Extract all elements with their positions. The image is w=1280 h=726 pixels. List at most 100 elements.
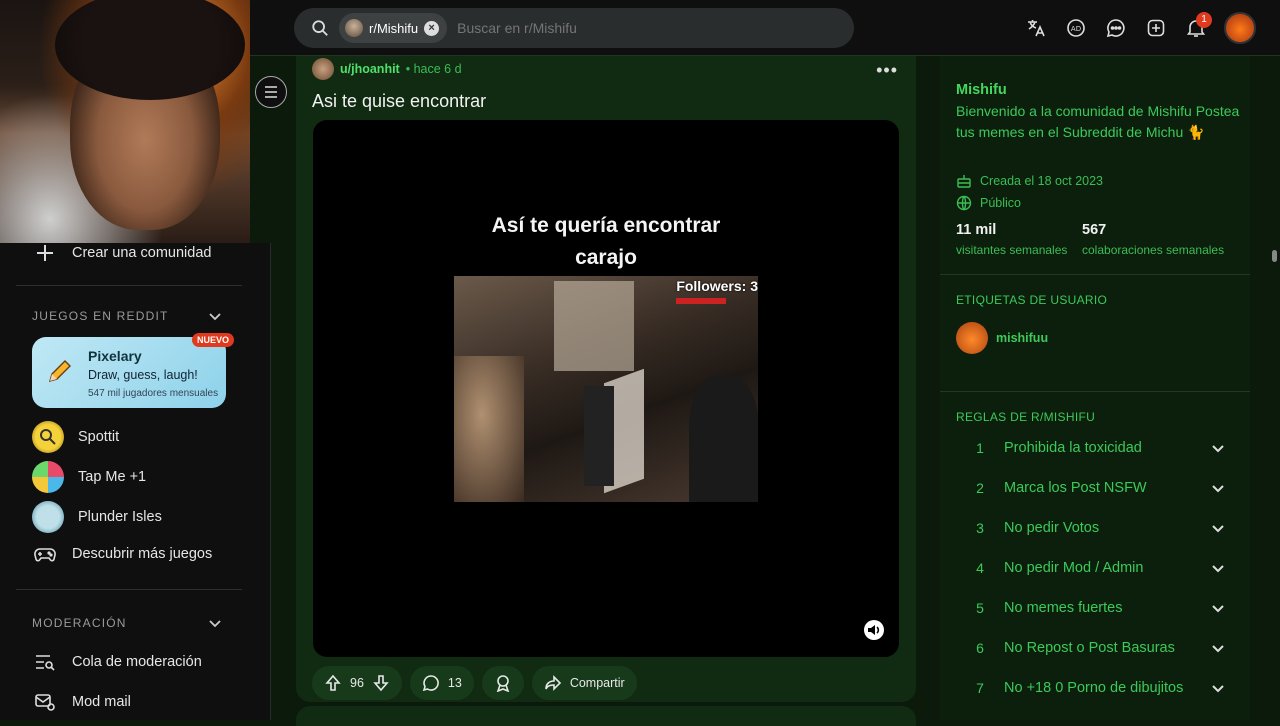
chevron-down-icon[interactable]	[1210, 560, 1226, 576]
search-bar[interactable]: r/Mishifu ×	[294, 8, 854, 48]
video-player[interactable]: Así te quería encontrar carajo Followers…	[313, 120, 899, 657]
featured-game-card[interactable]: Pixelary Draw, guess, laugh! 547 mil jug…	[32, 333, 234, 408]
sidebar-item-plunder-isles[interactable]: Plunder Isles	[32, 501, 162, 533]
plus-icon	[32, 240, 58, 266]
video-caption: Así te quería encontrar carajo	[313, 210, 899, 274]
downvote-icon[interactable]	[372, 674, 390, 692]
chat-icon[interactable]	[1096, 8, 1136, 48]
award-icon	[496, 675, 509, 692]
plunder-isles-icon	[32, 501, 64, 533]
rule-item[interactable]: 2 Marca los Post NSFW	[956, 468, 1226, 508]
stat-value: 567	[1082, 222, 1107, 238]
divider	[16, 285, 242, 286]
notifications-bell-icon[interactable]: 1	[1176, 8, 1216, 48]
rule-item[interactable]: 5 No memes fuertes	[956, 588, 1226, 628]
rule-text: No pedir Mod / Admin	[1004, 560, 1144, 576]
upvote-icon[interactable]	[324, 674, 342, 692]
game-players-count: 547 mil jugadores mensuales	[88, 388, 219, 399]
more-options-icon[interactable]: •••	[876, 60, 898, 81]
user-flair-header: ETIQUETAS DE USUARIO	[956, 293, 1108, 307]
subreddit-chip[interactable]: r/Mishifu ×	[339, 13, 448, 43]
search-input[interactable]	[457, 20, 758, 36]
rule-number: 3	[976, 520, 984, 536]
next-post-card[interactable]	[296, 706, 916, 726]
comment-count: 13	[447, 676, 462, 690]
video-caption-line: carajo	[575, 246, 637, 269]
rule-item[interactable]: 1 Prohibida la toxicidad	[956, 428, 1226, 468]
user-flair[interactable]: mishifuu	[956, 322, 1048, 354]
rules-header: REGLAS DE R/MISHIFU	[956, 410, 1096, 424]
sidebar-item-label: Descubrir más juegos	[72, 546, 213, 562]
create-community-label: Crear una comunidad	[72, 245, 212, 261]
chevron-down-icon[interactable]	[1210, 680, 1226, 696]
flair-avatar	[956, 322, 988, 354]
new-badge: NUEVO	[191, 333, 234, 347]
gamepad-icon	[32, 541, 58, 567]
volume-icon[interactable]	[863, 619, 885, 641]
chevron-down-icon[interactable]	[1210, 600, 1226, 616]
ads-icon[interactable]: AD	[1056, 8, 1096, 48]
author-avatar[interactable]	[312, 58, 334, 80]
chevron-down-icon[interactable]	[1210, 520, 1226, 536]
games-section-header[interactable]: JUEGOS EN REDDIT	[32, 309, 169, 323]
sidebar-item-label: Plunder Isles	[78, 509, 162, 525]
collapse-sidebar-button[interactable]	[255, 76, 287, 108]
share-button[interactable]: Compartir	[531, 666, 637, 700]
post-time: • hace 6 d	[405, 62, 462, 76]
share-icon	[545, 675, 561, 691]
create-community-link[interactable]: Crear una comunidad	[32, 240, 211, 266]
svg-text:AD: AD	[1071, 25, 1081, 33]
rule-item[interactable]: 4 No pedir Mod / Admin	[956, 548, 1226, 588]
pencil-icon	[48, 360, 71, 383]
subreddit-avatar	[345, 19, 363, 37]
post-card[interactable]: u/jhoanhit • hace 6 d ••• Asi te quise e…	[296, 56, 916, 702]
chevron-down-icon[interactable]	[1210, 640, 1226, 656]
visibility: Público	[956, 195, 1021, 211]
spottit-icon	[32, 421, 64, 453]
create-post-icon[interactable]	[1136, 8, 1176, 48]
visibility-text: Público	[980, 196, 1021, 210]
chevron-down-icon[interactable]	[208, 309, 222, 323]
sidebar-item-discover-games[interactable]: Descubrir más juegos	[32, 541, 212, 567]
user-avatar[interactable]	[1224, 12, 1256, 44]
rule-item[interactable]: 3 No pedir Votos	[956, 508, 1226, 548]
tap-me-icon	[32, 461, 64, 493]
close-icon[interactable]: ×	[424, 20, 440, 36]
post-header: u/jhoanhit • hace 6 d	[312, 58, 462, 80]
translate-icon[interactable]	[1016, 8, 1056, 48]
rule-text: Marca los Post NSFW	[1004, 480, 1147, 496]
sidebar-item-tap-me[interactable]: Tap Me +1	[32, 461, 146, 493]
author-name[interactable]: u/jhoanhit	[340, 62, 400, 76]
rule-text: No Repost o Post Basuras	[1004, 640, 1175, 656]
chevron-down-icon[interactable]	[208, 616, 222, 630]
post-title[interactable]: Asi te quise encontrar	[312, 91, 486, 112]
award-button[interactable]	[481, 666, 524, 700]
rule-text: Prohibida la toxicidad	[1004, 440, 1142, 456]
moderation-section-header[interactable]: MODERACIÓN	[32, 616, 127, 630]
sidebar-item-label: Cola de moderación	[72, 654, 202, 670]
cake-icon	[957, 175, 971, 188]
sidebar-item-mod-mail[interactable]: Mod mail	[32, 689, 131, 715]
rule-item[interactable]: 7 No +18 0 Porno de dibujitos	[956, 668, 1226, 708]
flair-username: mishifuu	[996, 331, 1049, 345]
webcam-overlay	[0, 0, 250, 243]
top-bar: r/Mishifu × AD 1	[250, 0, 1280, 56]
share-label: Compartir	[569, 676, 625, 690]
comment-icon	[422, 675, 439, 692]
chevron-down-icon[interactable]	[1210, 480, 1226, 496]
sidebar-item-spottit[interactable]: Spottit	[32, 421, 119, 453]
sidebar-item-mod-queue[interactable]: Cola de moderación	[32, 649, 202, 675]
rule-item[interactable]: 6 No Repost o Post Basuras	[956, 628, 1226, 668]
community-sidebar: Mishifu Bienvenido a la comunidad de Mis…	[940, 56, 1250, 720]
chevron-down-icon[interactable]	[1210, 440, 1226, 456]
scrollbar[interactable]	[1272, 250, 1277, 262]
video-overlay-text: Followers: 3	[676, 278, 758, 294]
stat-label: colaboraciones semanales	[1082, 243, 1225, 257]
rule-number: 4	[976, 560, 984, 576]
rule-number: 6	[976, 640, 984, 656]
comments-button[interactable]: 13	[409, 666, 474, 700]
rule-number: 5	[976, 600, 984, 616]
divider	[940, 274, 1250, 275]
notification-badge: 1	[1196, 12, 1212, 28]
rule-text: No memes fuertes	[1004, 600, 1123, 616]
